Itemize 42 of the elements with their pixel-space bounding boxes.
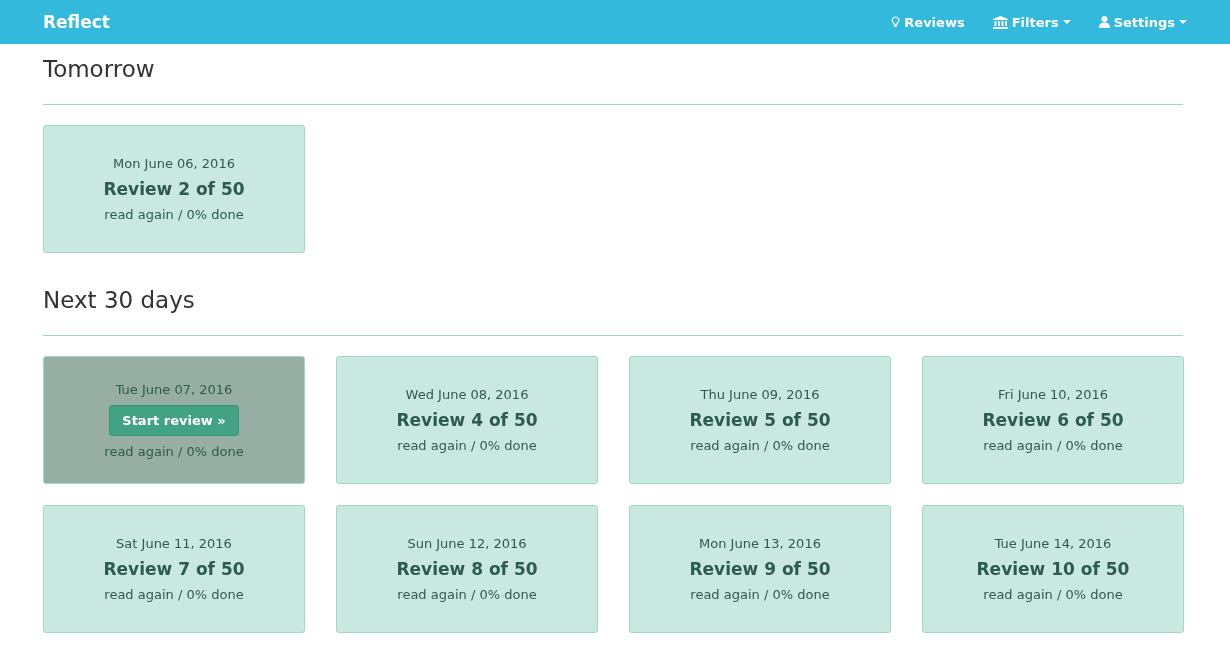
section-heading: Tomorrow	[43, 56, 156, 82]
review-date: Thu June 09, 2016	[700, 387, 820, 402]
review-card[interactable]: Wed June 08, 2016 Review 4 of 50 read again / 0% done	[336, 356, 598, 484]
review-title: Review 4 of 50	[396, 410, 538, 430]
review-title: Review 7 of 50	[103, 559, 245, 579]
review-card[interactable]: Tue June 07, 2016 Start review » read again / 0% done	[43, 356, 305, 484]
review-status: read again / 0% done	[104, 587, 244, 602]
review-date: Tue June 14, 2016	[994, 536, 1112, 551]
caret-icon	[1062, 20, 1071, 24]
review-card[interactable]: Thu June 09, 2016 Review 5 of 50 read again / 0% done	[629, 356, 891, 484]
review-title: Review 5 of 50	[689, 410, 831, 430]
review-card[interactable]: Mon June 13, 2016 Review 9 of 50 read again / 0% done	[629, 505, 891, 633]
review-status: read again / 0% done	[983, 438, 1123, 453]
review-date: Mon June 06, 2016	[113, 156, 235, 171]
review-status: read again / 0% done	[983, 587, 1123, 602]
review-status: read again / 0% done	[104, 443, 244, 459]
review-title: Review 9 of 50	[689, 559, 831, 579]
review-status: read again / 0% done	[397, 438, 537, 453]
review-card[interactable]: Sat June 11, 2016 Review 7 of 50 read again / 0% done	[43, 505, 305, 633]
review-date: Wed June 08, 2016	[405, 387, 529, 402]
review-status: read again / 0% done	[690, 587, 830, 602]
review-date: Mon June 13, 2016	[699, 536, 821, 551]
review-status: read again / 0% done	[690, 438, 830, 453]
review-card[interactable]: Mon June 06, 2016 Review 2 of 50 read again / 0% done	[43, 125, 305, 253]
review-date: Tue June 07, 2016	[115, 381, 233, 397]
review-status: read again / 0% done	[104, 207, 244, 222]
review-title: Review 10 of 50	[976, 559, 1130, 579]
review-status: read again / 0% done	[397, 587, 537, 602]
bank-icon	[992, 15, 1008, 29]
lightbulb-icon	[891, 16, 901, 28]
review-title: Review 2 of 50	[103, 179, 245, 199]
section-heading: Next 30 days	[43, 287, 196, 313]
review-date: Fri June 10, 2016	[998, 387, 1108, 402]
review-title: Review 6 of 50	[982, 410, 1124, 430]
caret-icon	[1179, 20, 1187, 24]
user-icon	[1098, 16, 1110, 28]
review-card[interactable]: Fri June 10, 2016 Review 6 of 50 read again / 0% done	[922, 356, 1184, 484]
review-card[interactable]: Sun June 12, 2016 Review 8 of 50 read again / 0% done	[336, 505, 598, 633]
review-title: Review 8 of 50	[396, 559, 538, 579]
review-date: Sat June 11, 2016	[116, 536, 232, 551]
review-date: Sun June 12, 2016	[407, 536, 527, 551]
review-card[interactable]: Tue June 14, 2016 Review 10 of 50 read again / 0% done	[922, 505, 1184, 633]
